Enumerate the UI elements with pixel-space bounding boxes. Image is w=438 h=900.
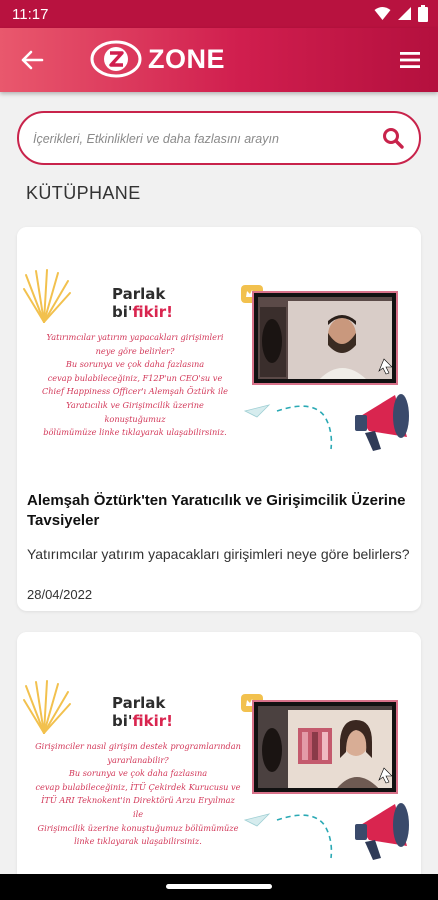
- status-bar: 11:17: [0, 0, 438, 28]
- card-image[interactable]: Parlak bi'fikir! Yatırımcılar yatırım ya…: [17, 227, 421, 477]
- library-card[interactable]: Parlak bi'fikir! Girişimciler nasıl giri…: [17, 632, 421, 882]
- back-arrow-icon[interactable]: [18, 46, 46, 74]
- image-heading-prefix: bi: [112, 303, 128, 321]
- caption-line: Bu sorunya ve çok daha fazlasına: [68, 768, 208, 779]
- caption-line: Girişimcilik üzerine konuştuğumuz bölümü…: [37, 822, 239, 833]
- battery-icon: [418, 5, 428, 22]
- image-heading-suffix: fikir!: [132, 712, 173, 730]
- caption-line: İTÜ ARI Teknokent'in Direktörü Arzu Eryı…: [41, 795, 235, 819]
- caption-line: Girişimciler nasıl girişim destek progra…: [35, 741, 241, 751]
- system-navigation-bar: [0, 874, 438, 900]
- video-scene: [258, 297, 392, 379]
- logo-z-icon: [90, 40, 142, 78]
- megaphone-icon: [355, 394, 409, 451]
- section-title: KÜTÜPHANE: [26, 183, 141, 203]
- card-title[interactable]: Alemşah Öztürk'ten Yaratıcılık ve Girişi…: [27, 491, 411, 531]
- home-gesture-handle[interactable]: [166, 884, 272, 889]
- search-input[interactable]: [33, 128, 373, 150]
- image-caption: Yatırımcılar yatırım yapacakları girişim…: [35, 331, 235, 440]
- search-icon[interactable]: [381, 126, 405, 150]
- megaphone-icon: [355, 803, 409, 860]
- image-heading-line1: Parlak: [112, 694, 166, 712]
- status-time: 11:17: [12, 6, 49, 23]
- library-card[interactable]: Parlak bi'fikir! Yatırımcılar yatırım ya…: [17, 227, 421, 611]
- paper-plane-icon: [243, 813, 333, 859]
- video-scene: [258, 706, 392, 788]
- caption-line: bölümümüze linke tıklayarak ulaşabilirsi…: [43, 427, 227, 438]
- image-heading: Parlak bi'fikir!: [112, 285, 173, 321]
- caption-line: Bu sorunya ve çok daha fazlasına: [65, 359, 205, 370]
- caption-line: neye göre belirler?: [95, 345, 175, 356]
- app-bar: ZONE: [0, 28, 438, 92]
- logo-text: ZONE: [148, 43, 226, 74]
- caption-line: cevap bulabileceğiniz, F12P'un CEO'su ve: [47, 372, 223, 383]
- image-heading: Parlak bi'fikir!: [112, 694, 173, 730]
- card-description: Yatırımcılar yatırım yapacakları girişim…: [27, 546, 410, 562]
- status-icons: [374, 5, 428, 22]
- search-bar[interactable]: [17, 111, 421, 165]
- caption-line: Yatırımcılar yatırım yapacakları girişim…: [46, 332, 224, 342]
- image-heading-line1: Parlak: [112, 285, 166, 303]
- caption-line: linke tıklayarak ulaşabilirsiniz.: [74, 836, 202, 847]
- wifi-icon: [374, 7, 391, 20]
- video-thumbnail[interactable]: [252, 291, 398, 385]
- image-heading-suffix: fikir!: [132, 303, 173, 321]
- image-caption: Girişimciler nasıl girişim destek progra…: [35, 740, 241, 849]
- card-date: 28/04/2022: [27, 587, 93, 602]
- card-image[interactable]: Parlak bi'fikir! Girişimciler nasıl giri…: [17, 632, 421, 882]
- sun-rays-icon: [23, 269, 71, 323]
- caption-line: Chief Happiness Officer'ı Alemşah Öztürk…: [41, 386, 229, 397]
- image-heading-prefix: bi: [112, 712, 128, 730]
- caption-line: yararlanabilir?: [107, 754, 169, 765]
- paper-plane-icon: [243, 404, 333, 450]
- caption-line: Yaratıcılık ve Girişimcilik üzerine konu…: [66, 399, 204, 424]
- video-scene-art: [258, 706, 392, 788]
- hamburger-menu-icon[interactable]: [398, 48, 422, 72]
- caption-line: cevap bulabileceğiniz, İTÜ Çekirdek Kuru…: [35, 781, 241, 792]
- sun-rays-icon: [23, 680, 71, 734]
- video-thumbnail[interactable]: [252, 700, 398, 794]
- signal-icon: [398, 7, 411, 20]
- app-logo: ZONE: [90, 40, 225, 78]
- video-scene-art: [258, 297, 392, 379]
